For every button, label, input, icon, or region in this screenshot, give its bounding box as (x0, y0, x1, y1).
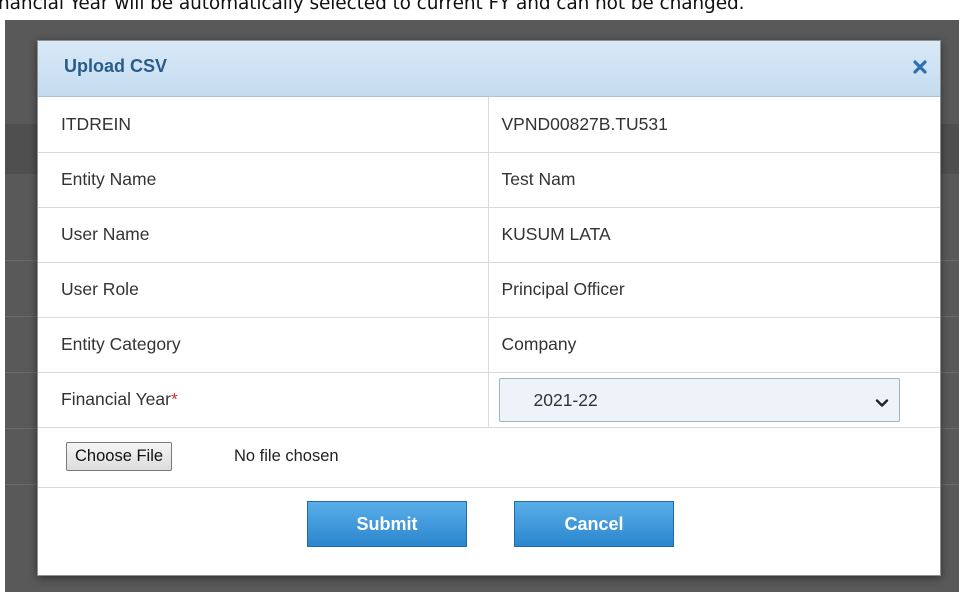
financial-year-selected: 2021-22 (533, 389, 598, 410)
cancel-button[interactable]: Cancel (514, 500, 674, 547)
row-value: Company (488, 317, 940, 373)
upload-csv-dialog: Upload CSV ITDREIN VPND00827B.TU531 Enti… (37, 40, 941, 576)
table-row: User Name KUSUM LATA (38, 207, 940, 263)
row-value: Test Nam (488, 152, 940, 208)
row-value: VPND00827B.TU531 (488, 97, 940, 153)
financial-year-label-text: Financial Year (61, 389, 171, 409)
close-icon[interactable] (910, 57, 930, 77)
choose-file-button[interactable]: Choose File (66, 441, 173, 471)
entity-info-table: ITDREIN VPND00827B.TU531 Entity Name Tes… (38, 97, 940, 428)
row-label: User Name (38, 207, 489, 263)
row-value: Principal Officer (488, 262, 940, 318)
row-label: User Role (38, 262, 489, 318)
row-label: Entity Name (38, 152, 489, 208)
financial-year-label: Financial Year* (38, 372, 489, 428)
financial-year-cell: 2021-22 (488, 372, 940, 428)
file-input-row: Choose File No file chosen (38, 428, 940, 488)
row-value: KUSUM LATA (488, 207, 940, 263)
table-row: Entity Name Test Nam (38, 152, 940, 208)
table-row: Entity Category Company (38, 317, 940, 373)
table-row: ITDREIN VPND00827B.TU531 (38, 97, 940, 153)
chevron-down-icon (875, 394, 889, 408)
dialog-footer: Submit Cancel (38, 488, 940, 560)
row-label: ITDREIN (38, 97, 489, 153)
submit-button[interactable]: Submit (307, 500, 467, 547)
table-row-financial-year: Financial Year* 2021-22 (38, 372, 940, 428)
required-marker: * (170, 389, 178, 409)
dialog-title: Upload CSV (64, 56, 168, 76)
instruction-text: nancial Year will be automatically selec… (0, 0, 745, 14)
dialog-header: Upload CSV (38, 41, 940, 97)
table-row: User Role Principal Officer (38, 262, 940, 318)
financial-year-select[interactable]: 2021-22 (498, 377, 900, 422)
row-label: Entity Category (38, 317, 489, 373)
file-status-text: No file chosen (234, 446, 339, 465)
